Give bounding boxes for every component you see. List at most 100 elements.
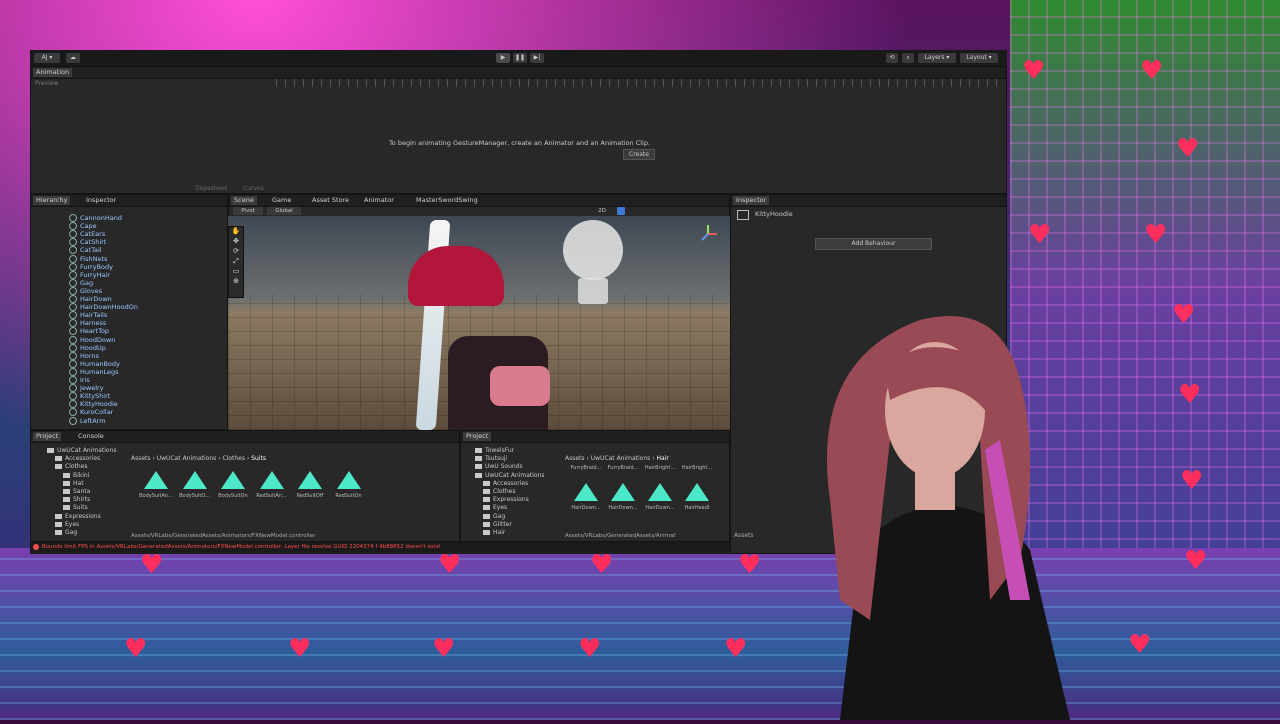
breadcrumb-item[interactable]: Assets — [565, 455, 585, 462]
hierarchy-item[interactable]: CannonHand — [69, 214, 122, 222]
project-folder[interactable]: Gag — [55, 529, 77, 536]
hierarchy-item[interactable]: Jewelry — [69, 384, 104, 393]
project-folder[interactable]: UwU Sounds — [475, 463, 523, 470]
axis-gizmo-icon[interactable] — [698, 224, 718, 244]
status-bar[interactable]: Bounds limit FPS in Assets/VRLabs/Genera… — [30, 542, 730, 552]
hierarchy-item[interactable]: CatTail — [69, 246, 102, 255]
hierarchy-item[interactable]: HoodDown — [69, 335, 115, 344]
hierarchy-item[interactable]: CatShirt — [69, 238, 106, 247]
hierarchy-item[interactable]: HairTails — [69, 311, 107, 320]
asset-label[interactable]: FurryBraid... — [569, 465, 603, 471]
tab-scene[interactable]: Scene — [231, 196, 257, 205]
project-folder[interactable]: Expressions — [55, 513, 101, 520]
animation-clip-asset[interactable]: BodySuitOn — [216, 471, 250, 499]
project-folder[interactable]: UwUCat Animations — [47, 447, 117, 454]
tab-inspector-left[interactable]: Inspector — [83, 196, 119, 205]
project-folder[interactable]: Expressions — [483, 496, 529, 503]
transform-tool-icon[interactable]: ⊕ — [229, 277, 243, 287]
animation-clip-asset[interactable]: HairDown... — [643, 483, 677, 511]
breadcrumb-item[interactable]: Suits — [251, 455, 266, 462]
project-folder[interactable]: Eyes — [55, 521, 79, 528]
hierarchy-item[interactable]: Cape — [69, 222, 97, 231]
project-folder[interactable]: Clothes — [55, 463, 88, 470]
hierarchy-item[interactable]: FurryBody — [69, 262, 113, 271]
hierarchy-item[interactable]: HairDownHoodOn — [69, 303, 138, 312]
project-folder[interactable]: Hat — [63, 480, 84, 487]
animation-clip-asset[interactable]: BodySuitAn... — [139, 471, 173, 499]
hierarchy-item[interactable]: CatEars — [69, 230, 105, 239]
tab-console[interactable]: Console — [75, 432, 107, 441]
breadcrumb-item[interactable]: Clothes — [223, 455, 246, 462]
hierarchy-item[interactable]: KuroCollar — [69, 408, 113, 417]
project-folder[interactable]: Bikini — [63, 472, 89, 479]
hand-tool-icon[interactable]: ✋ — [229, 227, 243, 237]
layers-dropdown[interactable]: Layers ▾ — [918, 53, 956, 63]
tab-hierarchy[interactable]: Hierarchy — [33, 196, 71, 205]
project-folder[interactable]: TowelsFur — [475, 447, 514, 454]
tab-game[interactable]: Game — [269, 196, 294, 205]
breadcrumb-item[interactable]: UwUCat Animations — [157, 455, 217, 462]
move-tool-icon[interactable]: ✥ — [229, 237, 243, 247]
animation-clip-asset[interactable]: HairDown... — [606, 483, 640, 511]
project-folder[interactable]: Shirts — [63, 496, 90, 503]
project-folder[interactable]: Gag — [483, 513, 505, 520]
asset-label[interactable]: HairBright... — [643, 465, 677, 471]
step-button[interactable]: ▶| — [530, 53, 544, 63]
hierarchy-item[interactable]: Gloves — [69, 286, 102, 295]
asset-label[interactable]: HairBright... — [680, 465, 714, 471]
project-folder[interactable]: Clothes — [483, 488, 516, 495]
hierarchy-item[interactable]: HumanBody — [69, 359, 120, 368]
scale-tool-icon[interactable]: ⤢ — [229, 257, 243, 267]
project-folder[interactable]: Suits — [63, 504, 88, 511]
rect-tool-icon[interactable]: ▭ — [229, 267, 243, 277]
curves-tab[interactable]: Curves — [243, 185, 264, 192]
hierarchy-item[interactable]: Horns — [69, 351, 99, 360]
asset-label[interactable]: FurryBraid... — [606, 465, 640, 471]
animation-clip-asset[interactable]: RedSuitAn... — [255, 471, 289, 499]
lighting-toggle-icon[interactable] — [617, 207, 625, 215]
breadcrumb-item[interactable]: UwUCat Animations — [591, 455, 651, 462]
animation-clip-asset[interactable]: RedSuitOn — [332, 471, 366, 499]
tab-animator[interactable]: Animator — [361, 196, 397, 205]
create-button[interactable]: Create — [623, 149, 655, 160]
avatar-head-mesh[interactable] — [408, 246, 504, 306]
avatar-arm-mesh[interactable] — [490, 366, 550, 406]
cloud-icon[interactable]: ☁ — [66, 53, 80, 63]
animation-clip-asset[interactable]: HairDown... — [569, 483, 603, 511]
project-folder[interactable]: UwUCat Animations — [475, 472, 545, 479]
tab-animation[interactable]: Animation — [33, 68, 73, 77]
global-dropdown[interactable]: Global — [267, 207, 301, 215]
hierarchy-item[interactable]: HeartTop — [69, 327, 109, 336]
project-folder[interactable]: Tsutsuji — [475, 455, 507, 462]
breadcrumb-item[interactable]: Hair — [657, 455, 669, 462]
project-folder[interactable]: Accessories — [55, 455, 100, 462]
project-folder[interactable]: Hair — [483, 529, 505, 536]
hierarchy-item[interactable]: HoodUp — [69, 343, 106, 352]
layout-dropdown[interactable]: Layout ▾ — [960, 53, 998, 63]
hierarchy-item[interactable]: Harness — [69, 319, 106, 328]
animation-clip-asset[interactable]: HairHeadI — [680, 483, 714, 511]
tab-inspector[interactable]: Inspector — [733, 196, 770, 205]
add-behaviour-button[interactable]: Add Behaviour — [815, 238, 932, 250]
tab-project[interactable]: Project — [33, 432, 62, 441]
project-folder[interactable]: Santa — [63, 488, 90, 495]
pivot-dropdown[interactable]: Pivot — [233, 207, 263, 215]
hierarchy-item[interactable]: FurryHair — [69, 270, 110, 279]
scene-viewport[interactable] — [228, 216, 730, 430]
account-button[interactable]: AJ ▾ — [34, 53, 60, 63]
timeline-ruler[interactable] — [276, 79, 1002, 87]
hierarchy-item[interactable]: FishNets — [69, 254, 107, 263]
light-gizmo-icon[interactable] — [563, 220, 623, 280]
hierarchy-item[interactable]: LeftArm — [69, 416, 106, 425]
play-button[interactable]: ▶ — [496, 53, 510, 63]
hierarchy-item[interactable]: HairDown — [69, 295, 112, 303]
hierarchy-item[interactable]: Gag — [69, 278, 93, 287]
pause-button[interactable]: ❚❚ — [513, 53, 527, 63]
dopesheet-tab[interactable]: Dopesheet — [195, 185, 227, 192]
project-folder[interactable]: Accessories — [483, 480, 528, 487]
tab-project-right[interactable]: Project — [463, 432, 492, 441]
mode-2d-toggle[interactable]: 2D — [595, 207, 609, 215]
project-folder[interactable]: Glitter — [483, 521, 512, 528]
animation-clip-asset[interactable]: BodySuitO... — [178, 471, 212, 499]
preview-toggle[interactable]: Preview — [35, 80, 58, 87]
